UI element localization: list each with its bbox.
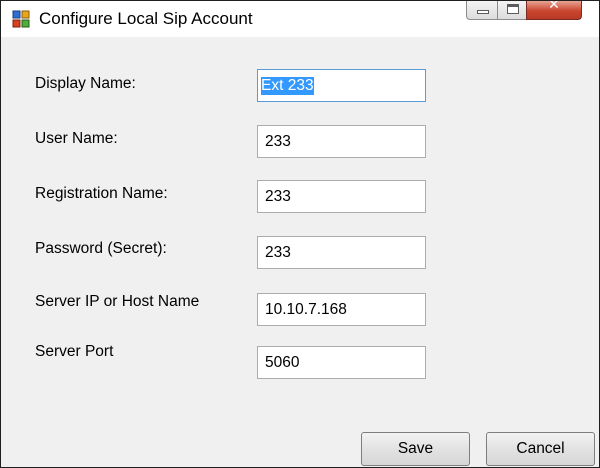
server-port-label: Server Port: [35, 343, 114, 360]
registration-name-label: Registration Name:: [35, 185, 168, 202]
server-host-label: Server IP or Host Name: [35, 293, 200, 310]
user-name-field[interactable]: [257, 125, 426, 158]
display-name-label: Display Name:: [35, 75, 136, 92]
title-bar[interactable]: Configure Local Sip Account ✕: [1, 1, 599, 37]
cancel-button[interactable]: Cancel: [486, 432, 595, 466]
app-window-icon[interactable]: [12, 10, 30, 28]
close-button[interactable]: ✕: [526, 1, 582, 20]
display-name-field[interactable]: [257, 69, 426, 102]
server-host-field[interactable]: [257, 293, 426, 326]
configure-local-sip-account-window: Configure Local Sip Account ✕ Display Na…: [0, 0, 600, 468]
registration-name-field[interactable]: [257, 180, 426, 213]
server-port-field[interactable]: [257, 346, 426, 379]
password-label: Password (Secret):: [35, 240, 167, 257]
user-name-label: User Name:: [35, 130, 118, 147]
minimize-button[interactable]: [466, 1, 498, 20]
password-field[interactable]: [257, 236, 426, 269]
window-title: Configure Local Sip Account: [39, 9, 253, 28]
maximize-icon: [507, 4, 519, 14]
minimize-icon: [477, 10, 489, 14]
save-button[interactable]: Save: [361, 432, 470, 466]
maximize-button[interactable]: [497, 1, 527, 20]
close-icon: ✕: [548, 0, 560, 13]
